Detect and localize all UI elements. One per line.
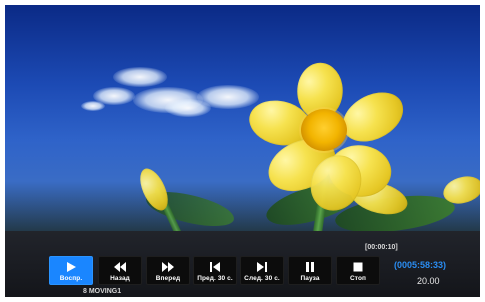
skip-back-icon [194,260,236,273]
rewind-icon [99,260,141,273]
skip-forward-button[interactable]: След. 30 с. [240,256,284,285]
skip-back-button-label: Пред. 30 с. [197,275,233,282]
cloud [81,101,105,111]
playback-speed: 20.00 [417,276,440,286]
stop-button[interactable]: Стоп [336,256,380,285]
play-icon [50,260,92,273]
fast-forward-icon [147,260,189,273]
fast-forward-button-label: Вперед [155,275,181,282]
media-player: [00:00:10] Воспр. Назад Вперед Пред. 30 … [5,5,480,297]
total-time: (0005:58:33) [394,260,447,270]
stop-button-label: Стоп [349,275,367,282]
flower-center [301,109,347,151]
skip-forward-icon [241,260,283,273]
cloud [197,85,259,109]
controls-bar: [00:00:10] Воспр. Назад Вперед Пред. 30 … [5,231,480,297]
skip-back-button[interactable]: Пред. 30 с. [193,256,237,285]
pause-icon [289,260,331,273]
rewind-button-label: Назад [110,275,130,282]
pause-button-label: Пауза [300,275,320,282]
pause-button[interactable]: Пауза [288,256,332,285]
video-viewport[interactable] [5,5,480,231]
play-button[interactable]: Воспр. [49,256,93,285]
current-time: [00:00:10] [365,244,398,251]
file-name: 8 MOVING1 [83,288,122,295]
play-button-label: Воспр. [59,275,83,282]
fast-forward-button[interactable]: Вперед [146,256,190,285]
stop-icon [337,260,379,273]
petal [335,84,411,150]
skip-forward-button-label: След. 30 с. [244,275,280,282]
rewind-button[interactable]: Назад [98,256,142,285]
cloud [113,67,167,87]
